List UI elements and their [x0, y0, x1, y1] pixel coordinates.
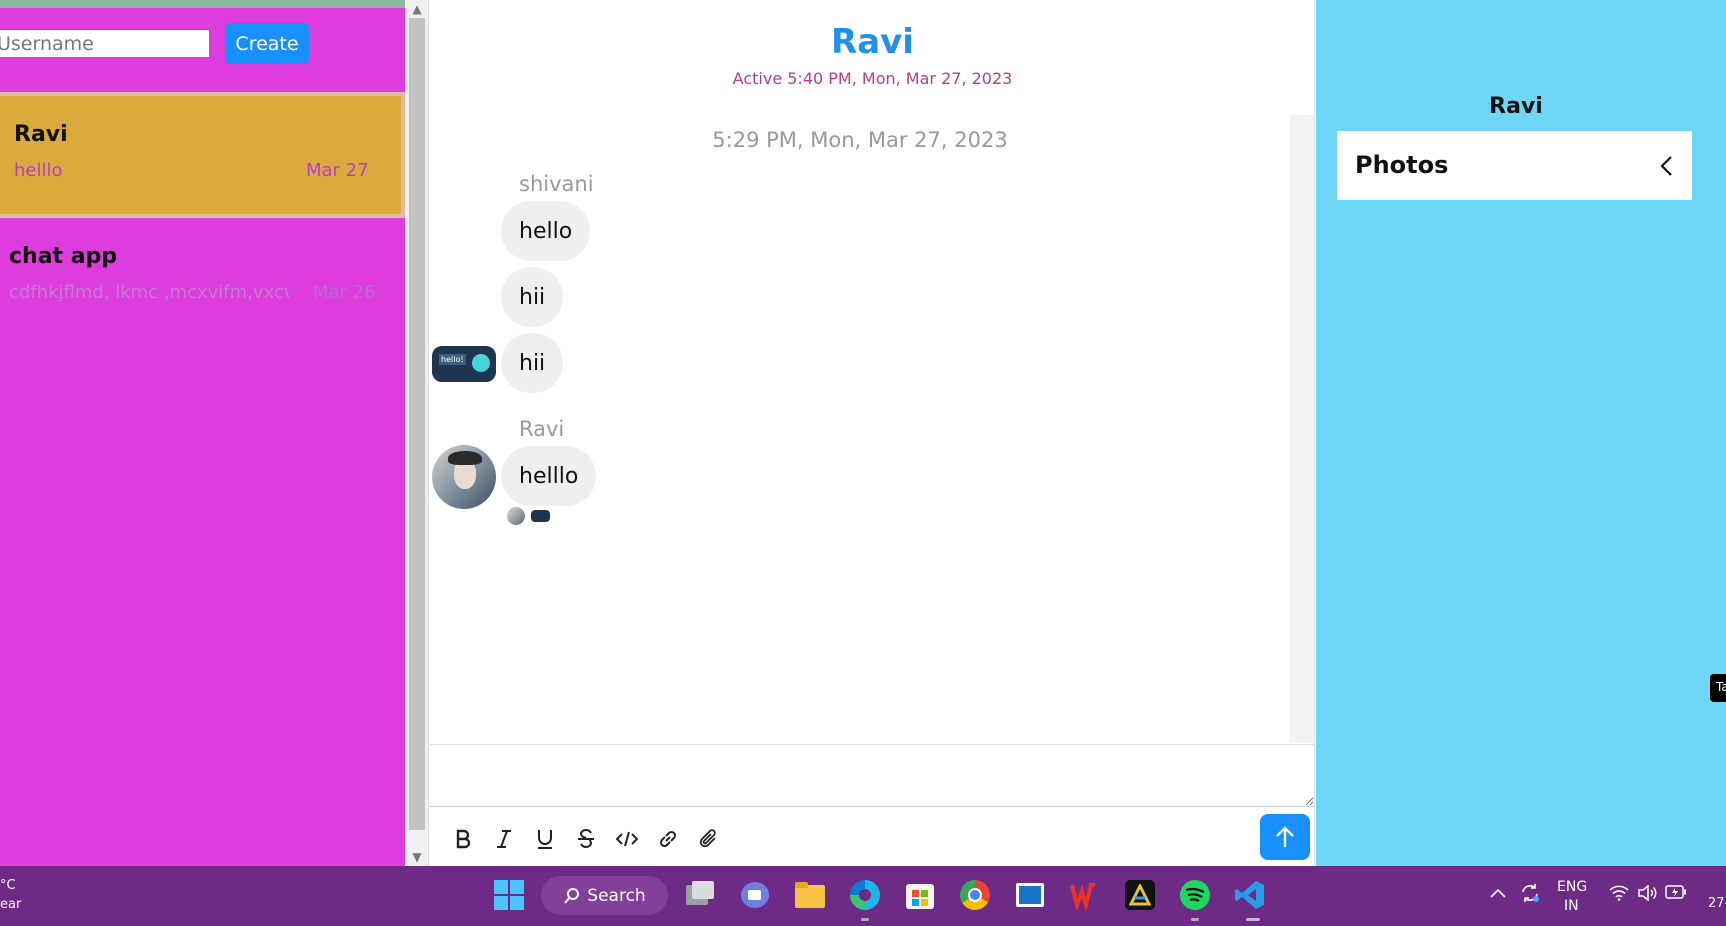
- chat-list-item-date: Mar 26: [313, 282, 376, 303]
- volume-icon[interactable]: [1637, 885, 1657, 901]
- chrome-icon[interactable]: [959, 879, 991, 911]
- chat-details-panel: Ravi Photos: [1316, 0, 1726, 866]
- battery-icon[interactable]: [1665, 885, 1687, 899]
- read-receipt-avatar-shivani: [531, 510, 550, 522]
- formatting-toolbar: [448, 822, 723, 856]
- chat-list-item-chat-app[interactable]: chat app cdfhkjflmd, lkmc ,mcxvifm,vxcv …: [0, 220, 405, 320]
- attachment-icon[interactable]: [694, 822, 723, 856]
- message-bubble[interactable]: hello: [501, 201, 591, 261]
- teams-chat-icon[interactable]: [739, 879, 771, 911]
- tooltip: Ta: [1710, 674, 1726, 702]
- strikethrough-icon[interactable]: [571, 822, 600, 856]
- language-indicator-bottom[interactable]: IN: [1564, 898, 1579, 914]
- search-icon: [564, 887, 580, 904]
- message-bubble[interactable]: helllo: [501, 446, 597, 506]
- chat-list-sidebar: Create Ravi helllo Mar 27 chat app cdfhk…: [0, 0, 405, 866]
- chat-list-item-preview: cdfhkjflmd, lkmc ,mcxvifm,vxcv: [9, 282, 289, 303]
- language-indicator-top[interactable]: ENG: [1557, 879, 1587, 895]
- message-bubble[interactable]: hii: [501, 267, 564, 327]
- code-icon[interactable]: [612, 822, 641, 856]
- windows-taskbar: °C ear Search ENG IN 27: [0, 866, 1726, 926]
- wifi-icon[interactable]: [1609, 885, 1629, 901]
- italic-icon[interactable]: [489, 822, 518, 856]
- send-button[interactable]: [1260, 814, 1310, 860]
- file-explorer-icon[interactable]: [794, 879, 826, 911]
- chat-list-item-title: Ravi: [14, 122, 68, 147]
- avatar-ravi: [432, 445, 496, 509]
- running-indicator: [861, 918, 869, 921]
- photos-label: Photos: [1355, 151, 1449, 179]
- microsoft-store-icon[interactable]: [904, 879, 936, 911]
- link-icon[interactable]: [653, 822, 682, 856]
- chat-list-item-ravi[interactable]: Ravi helllo Mar 27: [0, 92, 405, 218]
- task-view-icon[interactable]: [684, 879, 716, 911]
- running-indicator: [1191, 918, 1199, 921]
- taskbar-search-button[interactable]: Search: [541, 876, 668, 915]
- bold-icon[interactable]: [448, 822, 477, 856]
- avatar-hair-shape: [448, 451, 482, 465]
- vscode-icon[interactable]: [1234, 879, 1266, 911]
- chevron-up-icon[interactable]: [1490, 888, 1506, 898]
- chevron-left-icon[interactable]: [1659, 155, 1673, 177]
- arrow-up-icon: [1276, 826, 1294, 847]
- message-sender-name: shivani: [519, 172, 594, 196]
- weather-temperature[interactable]: °C: [0, 878, 16, 893]
- chat-title: Ravi: [831, 22, 914, 62]
- chat-active-status: Active 5:40 PM, Mon, Mar 27, 2023: [732, 69, 1013, 88]
- chat-list-item-date: Mar 27: [306, 160, 369, 181]
- search-label: Search: [587, 885, 646, 906]
- sync-icon[interactable]: [1519, 882, 1541, 904]
- spotify-icon[interactable]: [1179, 879, 1211, 911]
- underline-icon[interactable]: [530, 822, 559, 856]
- wps-office-icon[interactable]: [1069, 879, 1101, 913]
- message-bubble[interactable]: hii: [501, 333, 564, 393]
- sidebar-scrollbar[interactable]: ▲ ▼: [405, 0, 429, 866]
- photos-accordion[interactable]: Photos: [1337, 131, 1692, 200]
- scroll-up-arrow-icon[interactable]: ▲: [405, 0, 429, 18]
- weather-condition[interactable]: ear: [0, 897, 21, 912]
- robot-face-icon: [472, 354, 490, 372]
- chat-feed: Ravi Active 5:40 PM, Mon, Mar 27, 2023 5…: [430, 0, 1315, 866]
- message-sender-name: Ravi: [519, 417, 565, 441]
- avatar-badge-text: hello!: [439, 354, 466, 365]
- read-receipt-avatar-ravi: [507, 507, 525, 525]
- arc-app-icon[interactable]: [1124, 879, 1156, 911]
- sidebar-scrollbar-thumb[interactable]: [409, 18, 425, 830]
- chat-list-item-title: chat app: [9, 244, 118, 269]
- chat-panel-border: [1314, 0, 1315, 866]
- system-clock[interactable]: 27-: [1708, 896, 1726, 911]
- message-input[interactable]: [430, 745, 1314, 807]
- sidebar-top-strip: [0, 0, 405, 8]
- message-timestamp: 5:29 PM, Mon, Mar 27, 2023: [712, 128, 1008, 152]
- edge-browser-icon[interactable]: [849, 879, 881, 911]
- chat-scrollbar[interactable]: [1290, 115, 1314, 743]
- create-button[interactable]: Create: [225, 23, 309, 64]
- windows-start-icon[interactable]: [493, 879, 525, 911]
- scroll-down-arrow-icon[interactable]: ▼: [405, 848, 429, 866]
- username-input[interactable]: [0, 29, 210, 58]
- screen-snip-icon[interactable]: [1014, 879, 1046, 911]
- details-title: Ravi: [1489, 94, 1543, 119]
- chat-list-item-preview: helllo: [14, 160, 63, 181]
- avatar-shivani: hello!: [432, 346, 496, 382]
- active-indicator: [1246, 918, 1260, 921]
